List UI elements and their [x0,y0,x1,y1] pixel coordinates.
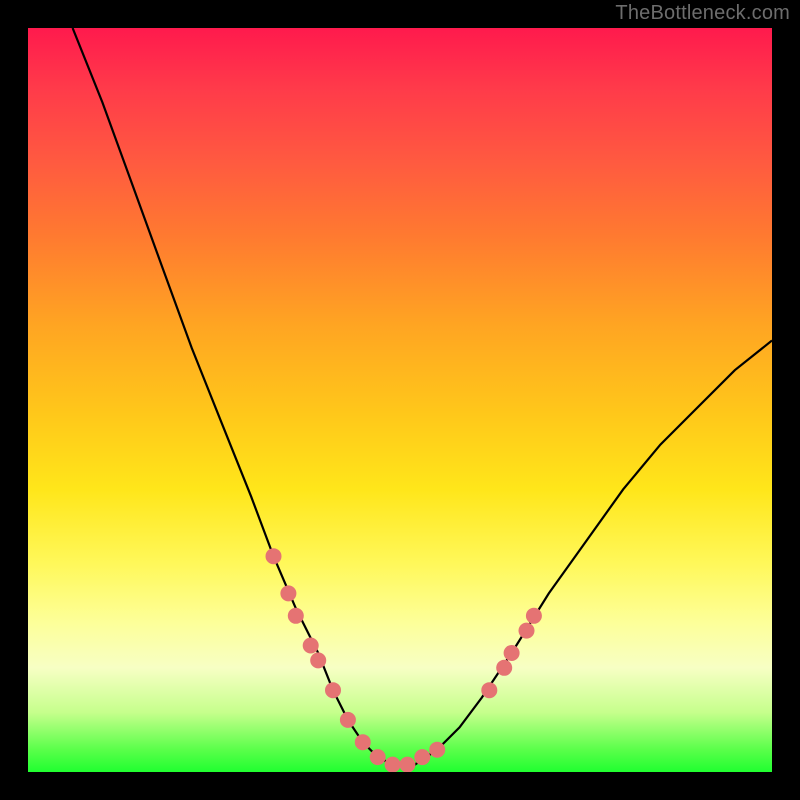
marker-dot [385,757,401,772]
marker-dot [288,608,304,624]
curve-line [73,28,772,765]
marker-dot [280,585,296,601]
marker-dot [355,734,371,750]
marker-dot [496,660,512,676]
chart-frame: TheBottleneck.com [0,0,800,800]
highlight-dots [266,548,542,772]
marker-dot [504,645,520,661]
marker-dot [414,749,430,765]
marker-dot [526,608,542,624]
marker-dot [429,742,445,758]
marker-dot [303,638,319,654]
plot-area [28,28,772,772]
chart-svg [28,28,772,772]
marker-dot [399,757,415,772]
watermark-text: TheBottleneck.com [615,2,790,25]
marker-dot [340,712,356,728]
marker-dot [325,682,341,698]
marker-dot [266,548,282,564]
marker-dot [481,682,497,698]
bottleneck-curve [73,28,772,765]
marker-dot [310,652,326,668]
marker-dot [370,749,386,765]
marker-dot [519,623,535,639]
